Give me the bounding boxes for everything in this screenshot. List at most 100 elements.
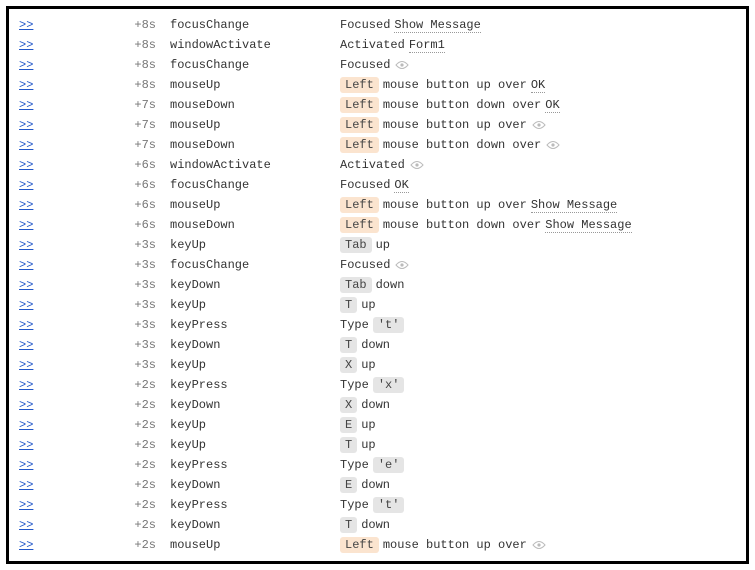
key-tag: X	[340, 397, 357, 413]
event-cell: mouseUp	[170, 198, 340, 212]
log-row: >>+2skeyDownT down	[13, 515, 742, 535]
expand-link[interactable]: >>	[19, 458, 33, 472]
expand-cell: >>	[13, 58, 35, 72]
expand-link[interactable]: >>	[19, 418, 33, 432]
desc-text: up	[376, 238, 390, 252]
mouse-button-tag: Left	[340, 217, 379, 233]
desc-text: Type	[340, 498, 369, 512]
expand-link[interactable]: >>	[19, 58, 33, 72]
expand-cell: >>	[13, 38, 35, 52]
expand-link[interactable]: >>	[19, 198, 33, 212]
time-cell: +7s	[35, 118, 170, 132]
time-cell: +7s	[35, 98, 170, 112]
desc-text: down	[361, 338, 390, 352]
expand-cell: >>	[13, 478, 35, 492]
time-cell: +2s	[35, 398, 170, 412]
desc-target: OK	[394, 178, 408, 193]
expand-link[interactable]: >>	[19, 498, 33, 512]
expand-link[interactable]: >>	[19, 438, 33, 452]
desc-cell: Left mouse button down over	[340, 137, 742, 153]
key-tag: Tab	[340, 237, 372, 253]
expand-cell: >>	[13, 538, 35, 552]
event-cell: mouseDown	[170, 138, 340, 152]
expand-link[interactable]: >>	[19, 158, 33, 172]
expand-link[interactable]: >>	[19, 318, 33, 332]
expand-link[interactable]: >>	[19, 358, 33, 372]
eye-icon	[395, 260, 409, 270]
desc-cell: Left mouse button up over	[340, 117, 742, 133]
log-row: >>+2skeyPressType 't'	[13, 495, 742, 515]
expand-link[interactable]: >>	[19, 518, 33, 532]
desc-text: down	[361, 398, 390, 412]
desc-cell: Focused OK	[340, 178, 742, 193]
log-row: >>+6smouseDownLeft mouse button down ove…	[13, 215, 742, 235]
expand-link[interactable]: >>	[19, 38, 33, 52]
expand-link[interactable]: >>	[19, 138, 33, 152]
log-table: >>+8sfocusChangeFocused Show Message>>+8…	[6, 6, 749, 564]
desc-text: Focused	[340, 258, 390, 272]
desc-text: down	[376, 278, 405, 292]
expand-cell: >>	[13, 298, 35, 312]
desc-cell: T up	[340, 437, 742, 453]
expand-link[interactable]: >>	[19, 378, 33, 392]
event-cell: focusChange	[170, 178, 340, 192]
key-tag: Tab	[340, 277, 372, 293]
log-row: >>+2skeyUpT up	[13, 435, 742, 455]
expand-link[interactable]: >>	[19, 478, 33, 492]
expand-link[interactable]: >>	[19, 98, 33, 112]
event-cell: keyDown	[170, 278, 340, 292]
expand-link[interactable]: >>	[19, 178, 33, 192]
expand-link[interactable]: >>	[19, 218, 33, 232]
expand-link[interactable]: >>	[19, 298, 33, 312]
log-row: >>+7smouseUpLeft mouse button up over	[13, 115, 742, 135]
event-cell: mouseUp	[170, 118, 340, 132]
eye-icon	[532, 120, 546, 130]
expand-link[interactable]: >>	[19, 398, 33, 412]
expand-link[interactable]: >>	[19, 538, 33, 552]
event-cell: mouseUp	[170, 538, 340, 552]
expand-cell: >>	[13, 238, 35, 252]
desc-cell: Left mouse button down over Show Message	[340, 217, 742, 233]
char-tag: 't'	[373, 497, 405, 513]
expand-cell: >>	[13, 138, 35, 152]
expand-cell: >>	[13, 418, 35, 432]
desc-cell: Activated	[340, 158, 742, 172]
time-cell: +8s	[35, 38, 170, 52]
desc-cell: Left mouse button up over	[340, 537, 742, 553]
time-cell: +7s	[35, 138, 170, 152]
desc-cell: T down	[340, 337, 742, 353]
desc-cell: Left mouse button up over OK	[340, 77, 742, 93]
mouse-button-tag: Left	[340, 77, 379, 93]
expand-link[interactable]: >>	[19, 258, 33, 272]
event-cell: windowActivate	[170, 158, 340, 172]
expand-cell: >>	[13, 278, 35, 292]
key-tag: T	[340, 297, 357, 313]
expand-cell: >>	[13, 158, 35, 172]
event-cell: keyDown	[170, 398, 340, 412]
desc-target: OK	[545, 98, 559, 113]
desc-target: Show Message	[545, 218, 631, 233]
desc-text: up	[361, 358, 375, 372]
time-cell: +2s	[35, 478, 170, 492]
desc-text: down	[361, 518, 390, 532]
event-cell: keyUp	[170, 438, 340, 452]
desc-text: up	[361, 298, 375, 312]
key-tag: E	[340, 477, 357, 493]
expand-link[interactable]: >>	[19, 78, 33, 92]
expand-link[interactable]: >>	[19, 338, 33, 352]
expand-link[interactable]: >>	[19, 18, 33, 32]
expand-cell: >>	[13, 398, 35, 412]
time-cell: +2s	[35, 418, 170, 432]
event-cell: focusChange	[170, 258, 340, 272]
log-row: >>+8smouseUpLeft mouse button up over OK	[13, 75, 742, 95]
event-cell: keyDown	[170, 338, 340, 352]
eye-icon	[395, 60, 409, 70]
log-row: >>+2skeyDownX down	[13, 395, 742, 415]
expand-link[interactable]: >>	[19, 238, 33, 252]
expand-link[interactable]: >>	[19, 278, 33, 292]
char-tag: 'e'	[373, 457, 405, 473]
log-row: >>+6swindowActivateActivated	[13, 155, 742, 175]
expand-link[interactable]: >>	[19, 118, 33, 132]
desc-text: Activated	[340, 158, 405, 172]
event-cell: keyUp	[170, 418, 340, 432]
